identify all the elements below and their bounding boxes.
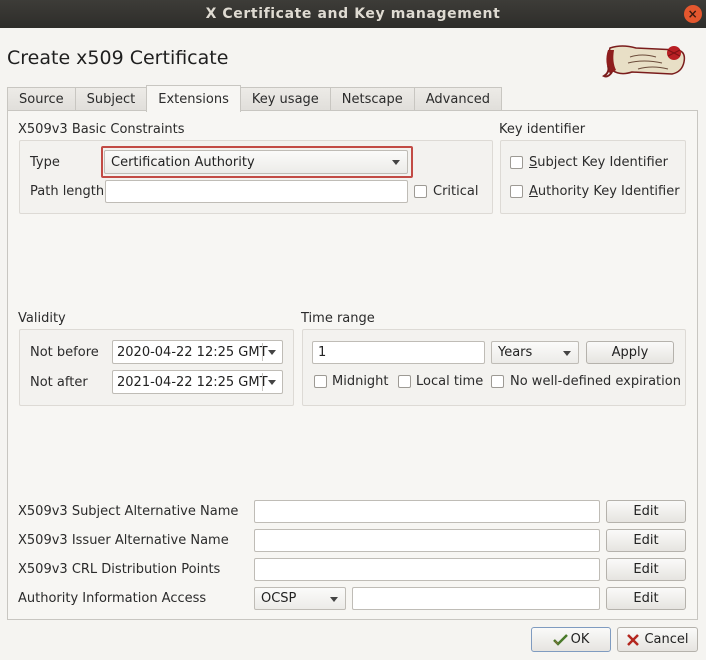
validity-title: Validity xyxy=(18,311,66,326)
chevron-down-icon xyxy=(268,380,276,385)
ian-edit-button[interactable]: Edit xyxy=(606,529,686,552)
local-time-checkbox[interactable] xyxy=(398,375,411,388)
not-before-label: Not before xyxy=(30,345,99,360)
tab-extensions[interactable]: Extensions xyxy=(146,85,241,112)
aia-method-select[interactable]: OCSP xyxy=(254,587,346,610)
close-icon[interactable]: × xyxy=(684,5,702,23)
cancel-x-icon xyxy=(627,633,640,646)
no-expiration-checkbox[interactable] xyxy=(491,375,504,388)
midnight-checkbox[interactable] xyxy=(314,375,327,388)
subject-key-identifier-label: Subject Key Identifier xyxy=(529,155,669,170)
xca-logo-icon xyxy=(602,45,686,78)
type-label: Type xyxy=(30,155,60,170)
tab-source[interactable]: Source xyxy=(7,87,76,111)
aia-label: Authority Information Access xyxy=(18,591,207,606)
aia-edit-button[interactable]: Edit xyxy=(606,587,686,610)
local-time-label: Local time xyxy=(416,374,484,389)
time-range-amount-input[interactable]: 1 xyxy=(312,341,485,364)
tab-advanced[interactable]: Advanced xyxy=(413,87,502,111)
key-identifier-title: Key identifier xyxy=(499,122,586,137)
chevron-down-icon xyxy=(268,350,276,355)
not-before-datetime[interactable]: 2020-04-22 12:25 GMT xyxy=(112,340,283,364)
san-label: X509v3 Subject Alternative Name xyxy=(18,504,239,519)
not-after-datetime[interactable]: 2021-04-22 12:25 GMT xyxy=(112,370,283,394)
no-expiration-label: No well-defined expiration xyxy=(510,374,681,389)
midnight-label: Midnight xyxy=(332,374,389,389)
window-title: X Certificate and Key management xyxy=(205,6,501,22)
ok-button[interactable]: OK xyxy=(531,627,611,652)
crl-label: X509v3 CRL Distribution Points xyxy=(18,562,221,577)
type-select[interactable]: Certification Authority xyxy=(104,150,408,174)
crl-edit-button[interactable]: Edit xyxy=(606,558,686,581)
apply-button[interactable]: Apply xyxy=(586,341,674,364)
authority-key-identifier-label: Authority Key Identifier xyxy=(529,184,680,199)
chevron-down-icon xyxy=(330,596,338,602)
page-title: Create x509 Certificate xyxy=(7,47,229,69)
tab-netscape[interactable]: Netscape xyxy=(329,87,415,111)
tab-key-usage[interactable]: Key usage xyxy=(239,87,331,111)
window-titlebar: X Certificate and Key management × xyxy=(0,0,706,28)
chevron-down-icon xyxy=(392,160,400,165)
crl-input[interactable] xyxy=(254,558,600,581)
chevron-down-icon xyxy=(563,350,571,356)
basic-constraints-title: X509v3 Basic Constraints xyxy=(18,122,185,137)
cancel-button[interactable]: Cancel xyxy=(617,627,698,652)
time-range-unit-select[interactable]: Years xyxy=(491,341,579,364)
san-edit-button[interactable]: Edit xyxy=(606,500,686,523)
critical-checkbox[interactable] xyxy=(414,185,427,198)
aia-input[interactable] xyxy=(352,587,600,610)
path-length-input[interactable] xyxy=(105,180,408,203)
tab-bar: Source Subject Extensions Key usage Nets… xyxy=(7,85,502,112)
critical-label: Critical xyxy=(433,184,479,199)
ian-input[interactable] xyxy=(254,529,600,552)
tab-subject[interactable]: Subject xyxy=(74,87,148,111)
time-range-title: Time range xyxy=(301,311,375,326)
san-input[interactable] xyxy=(254,500,600,523)
key-identifier-group xyxy=(500,140,686,214)
ian-label: X509v3 Issuer Alternative Name xyxy=(18,533,229,548)
authority-key-identifier-checkbox[interactable] xyxy=(510,185,523,198)
path-length-label: Path length xyxy=(30,184,105,199)
ok-check-icon xyxy=(552,633,568,646)
not-after-label: Not after xyxy=(30,375,88,390)
subject-key-identifier-checkbox[interactable] xyxy=(510,156,523,169)
